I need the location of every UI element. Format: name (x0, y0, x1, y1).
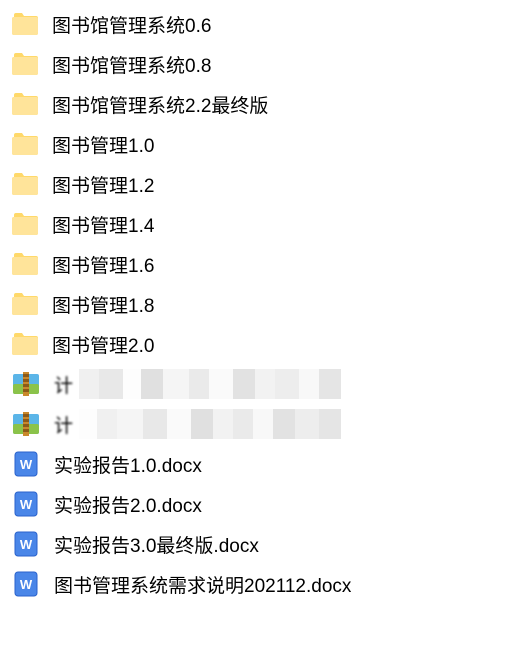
docx-icon: W (12, 490, 40, 518)
list-item[interactable]: 计 (0, 364, 527, 404)
list-item[interactable]: W 图书管理系统需求说明202112.docx (0, 564, 527, 604)
list-item[interactable]: 图书馆管理系统0.8 (0, 44, 527, 84)
list-item[interactable]: W 实验报告1.0.docx (0, 444, 527, 484)
svg-text:W: W (20, 497, 33, 512)
file-name: 实验报告2.0.docx (54, 491, 202, 518)
list-item[interactable]: 图书馆管理系统2.2最终版 (0, 84, 527, 124)
docx-icon: W (12, 570, 40, 598)
folder-icon (12, 333, 38, 355)
folder-icon (12, 13, 38, 35)
file-name: 图书馆管理系统0.8 (52, 51, 211, 78)
svg-text:W: W (20, 577, 33, 592)
folder-icon (12, 93, 38, 115)
list-item[interactable]: 图书管理1.8 (0, 284, 527, 324)
file-name: 图书馆管理系统2.2最终版 (52, 91, 268, 118)
file-name: 图书管理1.0 (52, 131, 154, 158)
list-item[interactable]: 图书管理1.2 (0, 164, 527, 204)
list-item[interactable]: 图书管理1.0 (0, 124, 527, 164)
list-item[interactable]: 图书馆管理系统0.6 (0, 4, 527, 44)
file-list: 图书馆管理系统0.6 图书馆管理系统0.8 图书馆管理系统2.2最终版 图书管理… (0, 4, 527, 604)
list-item[interactable]: 图书管理2.0 (0, 324, 527, 364)
list-item[interactable]: 计 (0, 404, 527, 444)
archive-icon (12, 410, 40, 438)
docx-icon: W (12, 530, 40, 558)
blurred-filename: 计 (54, 410, 515, 438)
list-item[interactable]: 图书管理1.4 (0, 204, 527, 244)
svg-text:W: W (20, 457, 33, 472)
file-name: 图书管理1.2 (52, 171, 154, 198)
file-name: 实验报告1.0.docx (54, 451, 202, 478)
folder-icon (12, 173, 38, 195)
folder-icon (12, 213, 38, 235)
file-name: 图书管理1.4 (52, 211, 154, 238)
folder-icon (12, 253, 38, 275)
file-name: 图书管理1.6 (52, 251, 154, 278)
file-name: 实验报告3.0最终版.docx (54, 531, 259, 558)
blurred-filename: 计 (54, 370, 515, 398)
file-name: 图书管理1.8 (52, 291, 154, 318)
svg-text:W: W (20, 537, 33, 552)
folder-icon (12, 293, 38, 315)
folder-icon (12, 53, 38, 75)
folder-icon (12, 133, 38, 155)
list-item[interactable]: 图书管理1.6 (0, 244, 527, 284)
file-name: 图书管理2.0 (52, 331, 154, 358)
list-item[interactable]: W 实验报告2.0.docx (0, 484, 527, 524)
archive-icon (12, 370, 40, 398)
docx-icon: W (12, 450, 40, 478)
file-name: 图书管理系统需求说明202112.docx (54, 571, 351, 598)
file-name: 图书馆管理系统0.6 (52, 11, 211, 38)
list-item[interactable]: W 实验报告3.0最终版.docx (0, 524, 527, 564)
